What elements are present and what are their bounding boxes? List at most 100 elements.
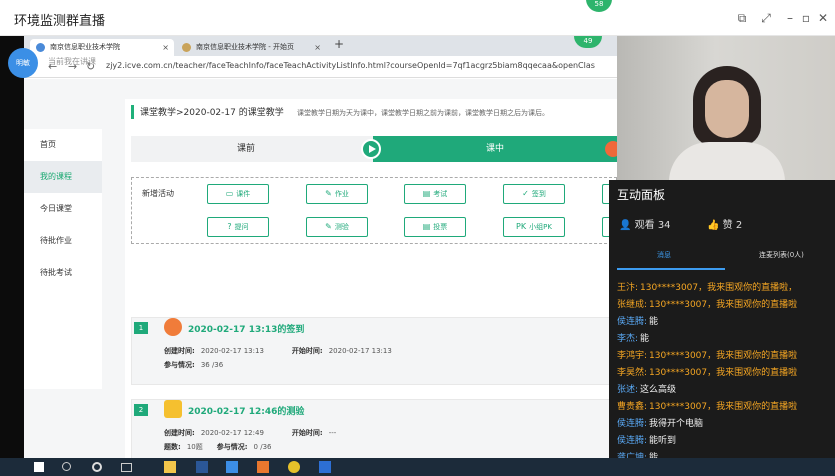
phase-bar: 课前 课中 [131,136,617,162]
close-icon[interactable]: ✕ [815,10,831,26]
checkin-button[interactable]: ✓ 签到 [503,184,565,204]
tab-label: 南京信息职业技术学院 - 开始页 [196,43,294,51]
pk-icon: PK [516,222,527,231]
chat-message: 李杰: 能 [617,331,835,348]
vote-icon: ▤ [422,222,431,231]
taskbar [0,458,835,476]
tab-messages[interactable]: 消息 [657,250,671,260]
record-number: 2 [134,404,148,416]
chat-text: 130****3007，我来围观你的直播啦， [640,283,798,293]
powerpoint-icon[interactable] [257,461,269,473]
activity-record[interactable]: 1 2020-02-17 13:13的签到 创建时间: 2020-02-17 13… [131,317,617,385]
chat-message: 王汴: 130****3007，我来围观你的直播啦， [617,280,835,297]
record-participation-line: 参与情况: 36 /36 [164,361,224,369]
phase-current-tab[interactable]: 课中 [373,136,617,162]
like-count[interactable]: 👍 赞 2 [707,216,742,231]
exam-button[interactable]: ▤ 考试 [404,184,466,204]
new-tab-button[interactable]: + [334,37,344,51]
sidebar-item-my-courses[interactable]: 我的课程 [24,161,102,193]
chat-message: 张述: 这么高级 [617,382,835,399]
power-icon[interactable] [605,141,617,157]
presenter-overlay-text: 当前我在讲课 [48,57,96,66]
chat-message: 龚广坤: 能 [617,450,835,458]
interaction-panel: 互动面板 👤 观看 34 👍 赞 2 消息 连麦列表(0人) 王汴: 130***… [609,180,835,458]
tab-close-icon[interactable]: × [162,39,169,56]
homework-button[interactable]: ✎ 作业 [306,184,368,204]
chat-text: 能听到 [649,436,677,446]
sidebar-item-today-class[interactable]: 今日课堂 [24,193,102,225]
chat-sender: 李杰: [617,334,639,344]
chat-text: 130****3007，我来围观你的直播啦 [649,300,798,310]
question-button[interactable]: ? 提问 [207,217,269,237]
site-favicon-icon [36,43,45,52]
app-icon[interactable] [226,461,238,473]
chrome-icon[interactable] [288,461,300,473]
sidebar: 首页 我的课程 今日课堂 待批作业 待批考试 [24,129,102,389]
chat-message: 侯连腾: 能 [617,314,835,331]
chat-text: 我得开个电脑 [649,419,704,429]
browser-tab-1[interactable]: 南京信息职业技术学院 × [30,39,174,56]
minimize-icon[interactable]: – [782,10,798,26]
edit-icon: ✎ [325,189,332,198]
viewers-icon: 👤 [619,220,632,231]
phase-note: 课堂教学日期为天为课中，课堂教学日期之前为课前，课堂教学日期之后为课后。 [297,109,549,117]
chat-sender: 王汴: [617,283,639,293]
chat-sender: 侯连腾: [617,317,648,327]
presenter-face [705,80,749,138]
quiz-record-icon [164,400,182,418]
record-created-line: 创建时间: 2020-02-17 13:13 开始时间: 2020-02-17 13:… [164,347,392,355]
record-participation-line: 题数: 10题 参与情况: 0 /36 [164,443,272,451]
chat-text: 130****3007，我来围观你的直播啦 [649,368,798,378]
chat-text: 能 [649,317,659,327]
exam-icon: ▤ [422,189,431,198]
tab-close-icon[interactable]: × [314,39,321,56]
url-field[interactable]: zjy2.icve.com.cn/teacher/faceTeachInfo/f… [106,61,611,70]
sidebar-item-pending-homework[interactable]: 待批作业 [24,225,102,257]
new-activity-label: 新增活动 [142,189,174,198]
chat-sender: 曹贵鑫: [617,402,648,412]
record-title[interactable]: 2020-02-17 13:13的签到 [188,322,304,335]
main-content: 课堂教学>2020-02-17 的课堂教学 课堂教学日期为天为课中，课堂教学日期… [125,99,617,458]
chat-sender: 张述: [617,385,639,395]
word-icon[interactable] [196,461,208,473]
play-icon [361,139,381,159]
task-view-icon[interactable] [121,463,132,472]
chat-text: 130****3007，我来围观你的直播啦 [649,351,798,361]
group-pk-button[interactable]: PK 小组PK [503,217,565,237]
record-created-line: 创建时间: 2020-02-17 12:49 开始时间: --- [164,429,337,437]
phase-before-tab[interactable]: 课前 [131,136,361,162]
fullscreen-icon[interactable]: ⤢ [758,10,774,26]
file-explorer-icon[interactable] [164,461,176,473]
chat-text: 130****3007，我来围观你的直播啦 [649,402,798,412]
message-list: 王汴: 130****3007，我来围观你的直播啦， 张继成: 130****3007… [617,280,835,458]
search-icon[interactable] [62,462,71,471]
chat-message: 曹贵鑫: 130****3007，我来围观你的直播啦 [617,399,835,416]
chat-message: 侯连腾: 能听到 [617,433,835,450]
tab-mic-list[interactable]: 连麦列表(0人) [759,250,804,260]
pip-icon[interactable]: ⧉ [734,10,750,26]
browser-tab-2[interactable]: 南京信息职业技术学院 - 开始页 × [176,39,326,56]
sidebar-item-home[interactable]: 首页 [24,129,102,161]
windows-start-icon[interactable] [34,462,44,472]
viewer-count: 👤 观看 34 [619,220,671,231]
tab-label: 南京信息职业技术学院 [50,43,120,51]
quiz-icon: ✎ [325,222,332,231]
courseware-button[interactable]: ▭ 课件 [207,184,269,204]
quiz-button[interactable]: ✎ 测验 [306,217,368,237]
checkin-icon: ✓ [522,189,529,198]
vote-button[interactable]: ▤ 投票 [404,217,466,237]
record-title[interactable]: 2020-02-17 12:46的测验 [188,404,304,417]
chat-sender: 侯连腾: [617,419,648,429]
chat-sender: 李昊然: [617,368,648,378]
cortana-icon[interactable] [92,462,102,472]
chat-message: 张继成: 130****3007，我来围观你的直播啦 [617,297,835,314]
live-app-icon[interactable] [319,461,331,473]
sidebar-item-pending-exams[interactable]: 待批考试 [24,257,102,289]
maximize-icon[interactable]: ▫ [798,10,814,26]
chat-text: 能 [640,334,650,344]
activity-record[interactable]: 2 2020-02-17 12:46的测验 创建时间: 2020-02-17 12… [131,399,617,458]
address-bar: ← → ↻ zjy2.icve.com.cn/teacher/faceTeach… [24,56,617,78]
checkin-record-icon [164,318,182,336]
panel-title: 互动面板 [617,188,666,202]
tab-underline [617,268,725,270]
